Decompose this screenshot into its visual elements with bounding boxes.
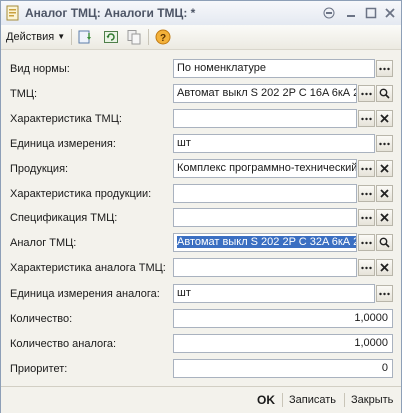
search-icon[interactable] bbox=[376, 85, 393, 102]
field-value: Автомат выкл S 202 2P C 32A 6кА 2M bbox=[177, 236, 356, 248]
close-button[interactable]: Закрыть bbox=[351, 392, 393, 408]
select-button[interactable] bbox=[358, 85, 375, 102]
copy-icon[interactable] bbox=[125, 28, 143, 46]
close-icon[interactable] bbox=[382, 5, 398, 21]
clear-icon[interactable] bbox=[376, 259, 393, 276]
field-label: Количество: bbox=[10, 313, 73, 325]
search-icon[interactable] bbox=[376, 234, 393, 251]
field-label: ТМЦ: bbox=[10, 88, 38, 100]
select-button[interactable] bbox=[358, 110, 375, 127]
clear-icon[interactable] bbox=[376, 160, 393, 177]
chevron-down-icon: ▼ bbox=[57, 32, 66, 41]
field-input[interactable]: Автомат выкл S 202 2P C 16A 6кА 2M bbox=[173, 84, 357, 103]
maximize-button[interactable] bbox=[363, 5, 379, 21]
field-label: Характеристика аналога ТМЦ: bbox=[10, 262, 166, 274]
field-label: Спецификация ТМЦ: bbox=[10, 212, 118, 224]
select-button[interactable] bbox=[376, 135, 393, 152]
clear-icon[interactable] bbox=[376, 110, 393, 127]
field-label: Характеристика продукции: bbox=[10, 188, 152, 200]
field-value: 0 bbox=[381, 362, 388, 374]
button-divider bbox=[344, 393, 345, 407]
actions-label: Действия bbox=[6, 31, 55, 43]
menu-icon[interactable] bbox=[321, 5, 337, 21]
field-input[interactable]: Комплекс программно-технический bbox=[173, 159, 357, 178]
minimize-button[interactable] bbox=[343, 5, 359, 21]
field-label: Единица измерения аналога: bbox=[10, 288, 160, 300]
clear-icon[interactable] bbox=[376, 209, 393, 226]
field-input[interactable] bbox=[173, 184, 357, 203]
field-value: шт bbox=[177, 287, 191, 299]
toolbar: Действия ▼ ? bbox=[1, 25, 401, 50]
document-icon bbox=[6, 5, 19, 21]
field-value: Комплекс программно-технический bbox=[177, 162, 357, 174]
select-button[interactable] bbox=[376, 285, 393, 302]
field-input[interactable]: 0 bbox=[173, 359, 393, 378]
save-button[interactable]: Записать bbox=[289, 392, 336, 408]
move-down-icon[interactable] bbox=[76, 28, 94, 46]
field-label: Единица измерения: bbox=[10, 138, 116, 150]
field-input[interactable]: 1,0000 bbox=[173, 334, 393, 353]
field-label: Вид нормы: bbox=[10, 63, 70, 75]
select-button[interactable] bbox=[358, 259, 375, 276]
select-button[interactable] bbox=[358, 160, 375, 177]
field-input[interactable] bbox=[173, 258, 357, 277]
field-input[interactable]: 1,0000 bbox=[173, 309, 393, 328]
select-button[interactable] bbox=[376, 60, 393, 77]
field-value: 1,0000 bbox=[354, 337, 388, 349]
title-bar: Аналог ТМЦ: Аналоги ТМЦ: * bbox=[1, 1, 401, 26]
select-button[interactable] bbox=[358, 185, 375, 202]
button-divider bbox=[282, 393, 283, 407]
help-icon[interactable]: ? bbox=[154, 28, 172, 46]
field-value: Автомат выкл S 202 2P C 16A 6кА 2M bbox=[177, 87, 357, 99]
field-label: Характеристика ТМЦ: bbox=[10, 113, 122, 125]
field-value: По номенклатуре bbox=[177, 62, 267, 74]
bottom-button-bar: OK Записать Закрыть bbox=[1, 386, 401, 413]
field-value: шт bbox=[177, 137, 191, 149]
svg-text:?: ? bbox=[160, 33, 166, 44]
field-label: Аналог ТМЦ: bbox=[10, 237, 77, 249]
field-input[interactable]: шт bbox=[173, 284, 375, 303]
field-input[interactable] bbox=[173, 208, 357, 227]
field-input[interactable]: Автомат выкл S 202 2P C 32A 6кА 2M bbox=[173, 233, 357, 252]
refresh-icon[interactable] bbox=[102, 28, 120, 46]
actions-menu[interactable]: Действия ▼ bbox=[6, 29, 65, 45]
select-button[interactable] bbox=[358, 234, 375, 251]
toolbar-divider bbox=[71, 29, 72, 45]
field-label: Количество аналога: bbox=[10, 338, 117, 350]
clear-icon[interactable] bbox=[376, 185, 393, 202]
toolbar-divider bbox=[148, 29, 149, 45]
field-input[interactable] bbox=[173, 109, 357, 128]
dialog-window: Аналог ТМЦ: Аналоги ТМЦ: * Действия ▼ ? … bbox=[0, 0, 402, 413]
field-input[interactable]: По номенклатуре bbox=[173, 59, 375, 78]
ok-button[interactable]: OK bbox=[257, 392, 275, 408]
field-value: 1,0000 bbox=[354, 312, 388, 324]
field-label: Приоритет: bbox=[10, 363, 68, 375]
field-input[interactable]: шт bbox=[173, 134, 375, 153]
field-label: Продукция: bbox=[10, 163, 69, 175]
select-button[interactable] bbox=[358, 209, 375, 226]
window-title: Аналог ТМЦ: Аналоги ТМЦ: * bbox=[25, 6, 196, 20]
